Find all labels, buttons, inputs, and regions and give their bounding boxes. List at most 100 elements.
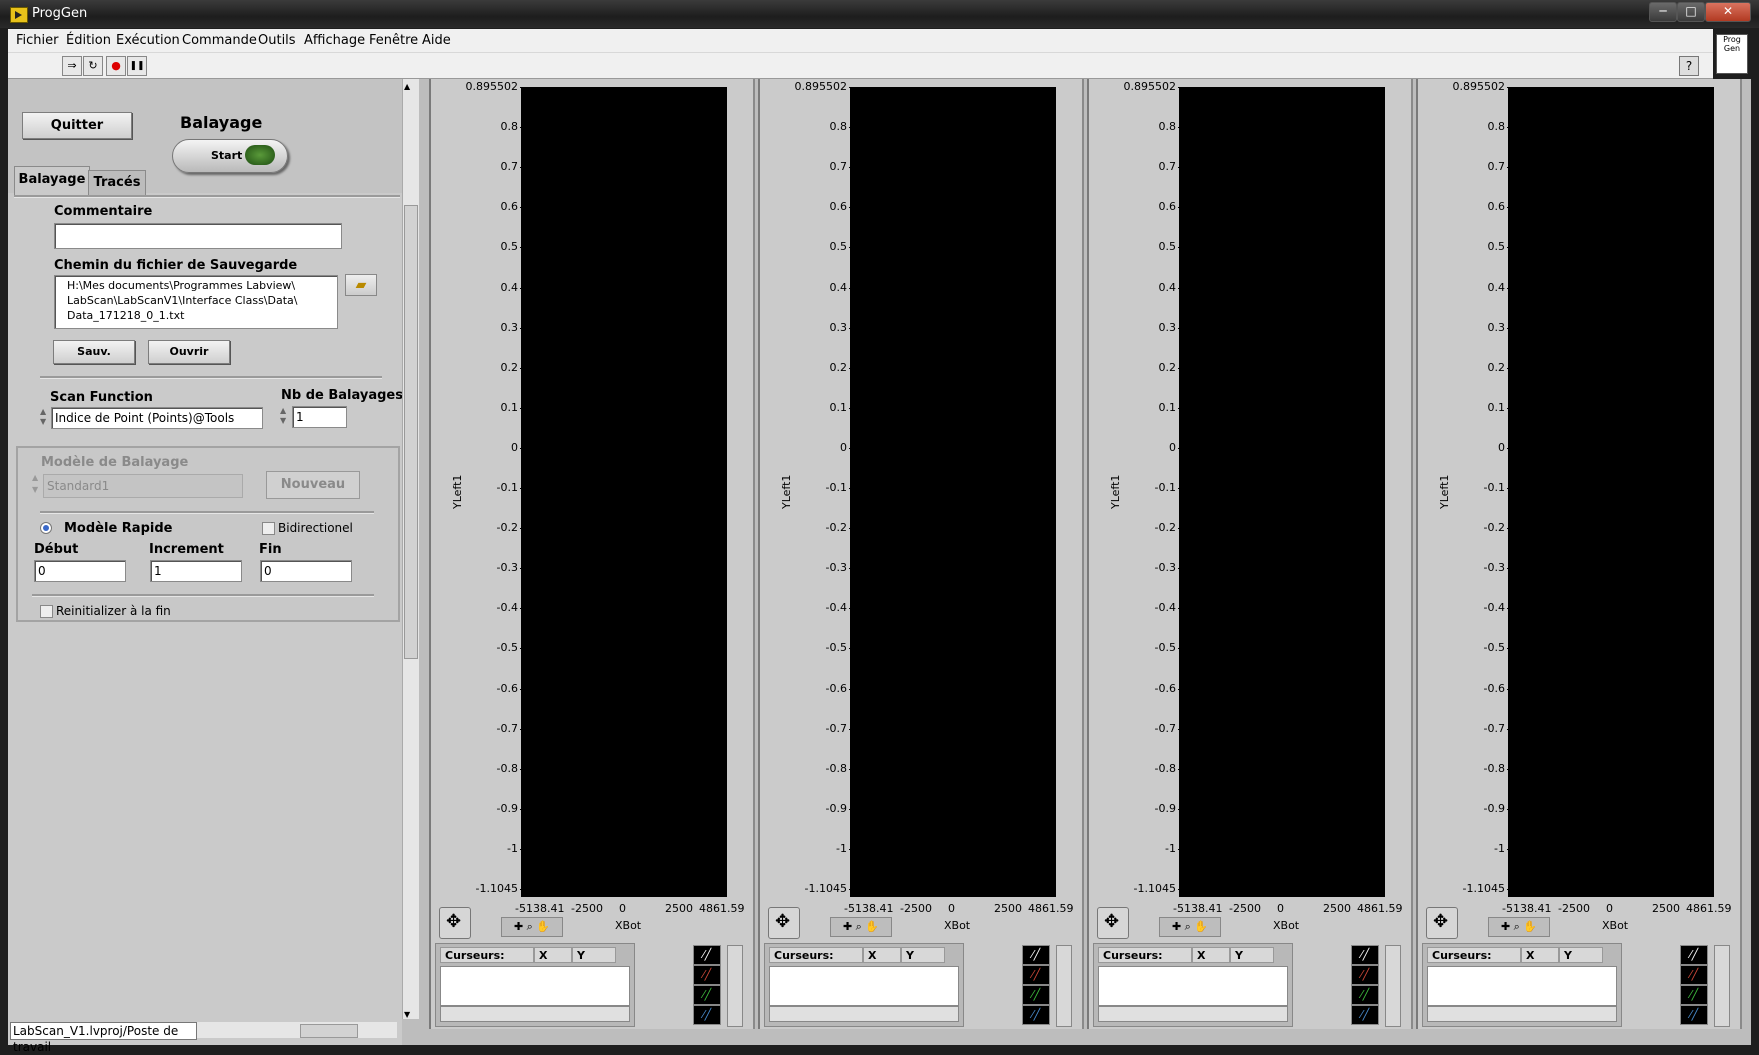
cursor-scrollbar[interactable] (1427, 1006, 1617, 1022)
left-panel-scroll-thumb[interactable] (404, 205, 418, 659)
scan-function-select[interactable]: Indice de Point (Points)@Tools (51, 407, 263, 429)
bidirectionel-checkbox[interactable] (262, 522, 275, 535)
tab-traces[interactable]: Tracés (88, 170, 146, 195)
modele-rapide-radio[interactable] (40, 522, 52, 534)
scan-function-ring-arrows-icon[interactable]: ▲ ▼ (40, 407, 50, 429)
scroll-up-icon[interactable]: ▲ (404, 82, 410, 91)
plot-legend-item[interactable]: ⁄╱ (1680, 945, 1708, 965)
increment-input[interactable]: 1 (150, 560, 242, 582)
menu-affichage[interactable]: Affichage (304, 33, 365, 48)
cursor-y-header: Y (901, 947, 945, 963)
nb-balayages-stepper[interactable]: ▲ ▼ (280, 406, 290, 428)
menu-fenetre[interactable]: Fenêtre (369, 33, 418, 48)
nouveau-button[interactable]: Nouveau (266, 471, 360, 499)
y-tick-label: -0.8 (1089, 762, 1182, 775)
run-continuously-icon[interactable]: ↻ (83, 56, 103, 76)
plot-legend-item[interactable]: ⁄╱ (693, 1005, 721, 1025)
scale-navigation-icon[interactable] (439, 907, 471, 939)
nb-balayages-input[interactable]: 1 (292, 406, 347, 428)
debut-input[interactable]: 0 (34, 560, 126, 582)
plot-legend-item[interactable]: ⁄╱ (1680, 1005, 1708, 1025)
graph-plot-area[interactable] (850, 87, 1056, 897)
plot-legend-scrollbar[interactable] (727, 945, 743, 1027)
graph-tools-palette[interactable]: ✚ ⌕ ✋ (1159, 917, 1221, 937)
cursor-list[interactable] (1427, 966, 1617, 1006)
plot-legend-item[interactable]: ⁄╱ (1680, 965, 1708, 985)
menu-fichier[interactable]: Fichier (16, 33, 59, 48)
graph-plot-area[interactable] (1179, 87, 1385, 897)
start-label: Start (211, 149, 243, 162)
plot-legend-item[interactable]: ⁄╱ (1022, 965, 1050, 985)
plot-legend-item[interactable]: ⁄╱ (693, 965, 721, 985)
y-tick-label: 0 (1089, 441, 1182, 454)
cursors-header: Curseurs: (769, 947, 863, 963)
plot-legend-item[interactable]: ⁄╱ (1680, 985, 1708, 1005)
cursor-list[interactable] (440, 966, 630, 1006)
window-title: ProgGen (32, 6, 88, 21)
menu-execution[interactable]: Exécution (116, 33, 180, 48)
y-tick-label: 0.7 (1418, 160, 1511, 173)
horizontal-scrollbar[interactable] (197, 1022, 397, 1038)
cursor-x-header: X (534, 947, 572, 963)
run-arrow-icon[interactable]: ⇒ (62, 56, 82, 76)
graph-panel: 0.895502 0.8 0.7 0.6 0.5 0.4 0.3 0.2 0.1 0 -0.1 -0.… (758, 79, 1084, 1029)
plot-legend-item[interactable]: ⁄╱ (1351, 1005, 1379, 1025)
plot-legend-item[interactable]: ⁄╱ (1022, 1005, 1050, 1025)
x-tick-label: 4861.59 (1357, 902, 1403, 915)
scale-navigation-icon[interactable] (1097, 907, 1129, 939)
context-help-icon[interactable]: ? (1679, 56, 1699, 76)
scroll-down-icon[interactable]: ▼ (404, 1010, 410, 1019)
plot-legend-scrollbar[interactable] (1056, 945, 1072, 1027)
plot-legend-scrollbar[interactable] (1385, 945, 1401, 1027)
cursor-scrollbar[interactable] (1098, 1006, 1288, 1022)
browse-folder-icon[interactable]: ▰ (345, 274, 377, 296)
open-button[interactable]: Ouvrir (148, 340, 230, 364)
graph-tools-palette[interactable]: ✚ ⌕ ✋ (830, 917, 892, 937)
plot-legend-scrollbar[interactable] (1714, 945, 1730, 1027)
quit-button[interactable]: Quitter (22, 112, 132, 139)
comment-input[interactable] (54, 223, 342, 249)
x-tick-label: 2500 (1652, 902, 1680, 915)
cursor-list[interactable] (769, 966, 959, 1006)
graph-plot-area[interactable] (1508, 87, 1714, 897)
start-button[interactable]: Start (172, 139, 288, 173)
minimize-button[interactable]: ─ (1649, 2, 1677, 22)
path-line-1: H:\Mes documents\Programmes Labview\ (67, 279, 296, 292)
tab-balayage[interactable]: Balayage (14, 166, 90, 197)
modele-ring-arrows-icon[interactable]: ▲ ▼ (32, 472, 42, 498)
app-icon (10, 7, 28, 23)
abort-icon[interactable]: ● (106, 56, 126, 76)
menu-commande[interactable]: Commande (182, 33, 257, 48)
menu-outils[interactable]: Outils (258, 33, 296, 48)
graph-plot-area[interactable] (521, 87, 727, 897)
maximize-button[interactable]: □ (1677, 2, 1705, 22)
pause-icon[interactable]: ❚❚ (127, 56, 147, 76)
y-tick-label: 0.6 (1089, 200, 1182, 213)
plot-legend-item[interactable]: ⁄╱ (1022, 985, 1050, 1005)
horizontal-scroll-thumb[interactable] (300, 1024, 358, 1038)
save-button[interactable]: Sauv. (53, 340, 135, 364)
path-input[interactable]: H:\Mes documents\Programmes Labview\ Lab… (54, 275, 338, 329)
plot-legend-item[interactable]: ⁄╱ (693, 985, 721, 1005)
plot-legend-item[interactable]: ⁄╱ (1351, 965, 1379, 985)
cursor-list[interactable] (1098, 966, 1288, 1006)
plot-legend-item[interactable]: ⁄╱ (1351, 985, 1379, 1005)
start-led-icon (245, 145, 275, 165)
cursor-scrollbar[interactable] (440, 1006, 630, 1022)
scale-navigation-icon[interactable] (768, 907, 800, 939)
plot-legend-item[interactable]: ⁄╱ (693, 945, 721, 965)
scale-navigation-icon[interactable] (1426, 907, 1458, 939)
graph-tools-palette[interactable]: ✚ ⌕ ✋ (1488, 917, 1550, 937)
graph-tools-palette[interactable]: ✚ ⌕ ✋ (501, 917, 563, 937)
menu-edition[interactable]: Édition (66, 33, 111, 48)
plot-legend-item[interactable]: ⁄╱ (1351, 945, 1379, 965)
close-button[interactable]: ✕ (1705, 2, 1751, 22)
plot-legend-item[interactable]: ⁄╱ (1022, 945, 1050, 965)
x-tick-label: 0 (1277, 902, 1284, 915)
reinit-checkbox[interactable] (40, 605, 53, 618)
section-divider (40, 376, 382, 379)
modele-select[interactable]: Standard1 (43, 474, 243, 498)
menu-aide[interactable]: Aide (422, 33, 451, 48)
fin-input[interactable]: 0 (260, 560, 352, 582)
cursor-scrollbar[interactable] (769, 1006, 959, 1022)
